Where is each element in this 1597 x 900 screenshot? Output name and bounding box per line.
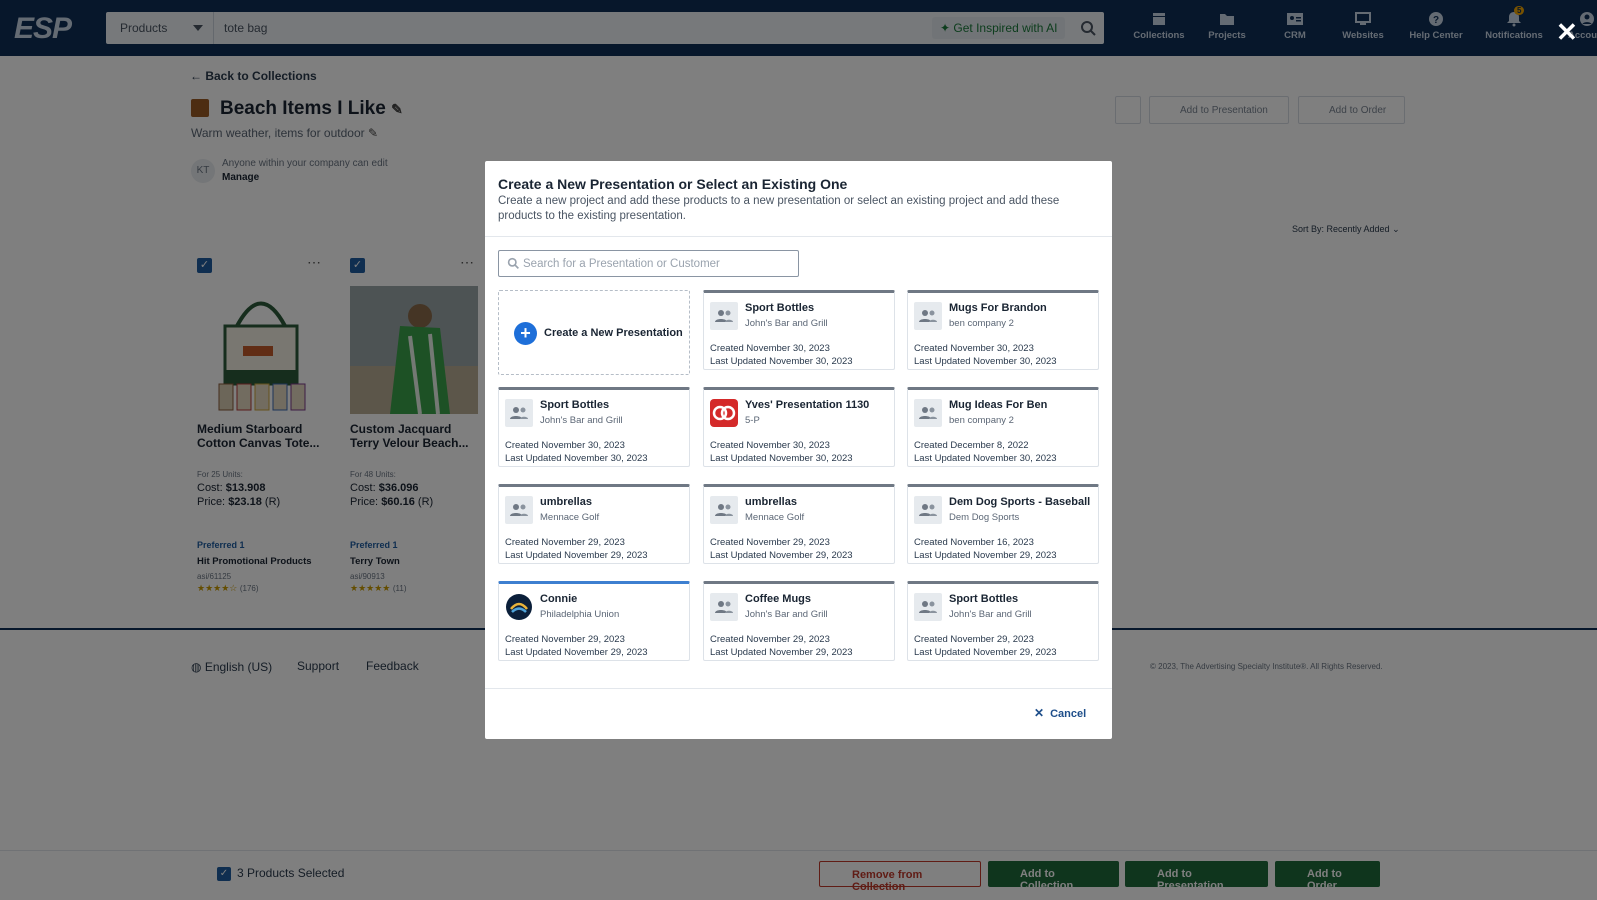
presentation-name: umbrellas [540, 496, 592, 508]
presentation-card[interactable]: Connie Philadelphia Union Created Novemb… [498, 581, 690, 661]
customer-name: 5-P [745, 415, 760, 426]
presentation-card[interactable]: Yves' Presentation 1130 5-P Created Nove… [703, 387, 895, 467]
cancel-label: Cancel [1050, 708, 1087, 720]
presentation-search[interactable] [498, 250, 799, 277]
created-date: Created November 16, 2023 [914, 537, 1034, 548]
updated-date: Last Updated November 30, 2023 [710, 453, 853, 464]
presentation-name: umbrellas [745, 496, 797, 508]
dialog-divider [485, 236, 1112, 237]
presentation-name: Sport Bottles [745, 302, 815, 314]
updated-date: Last Updated November 30, 2023 [914, 356, 1057, 367]
created-date: Created November 30, 2023 [914, 343, 1034, 354]
presentation-card[interactable]: Sport Bottles John's Bar and Grill Creat… [907, 581, 1099, 661]
updated-date: Last Updated November 29, 2023 [710, 647, 853, 658]
created-date: Created December 8, 2022 [914, 440, 1029, 451]
group-icon [710, 302, 738, 330]
presentation-card[interactable]: Sport Bottles John's Bar and Grill Creat… [498, 387, 690, 467]
create-presentation-label: Create a New Presentation [544, 327, 683, 339]
created-date: Created November 29, 2023 [914, 634, 1034, 645]
presentation-card[interactable]: Dem Dog Sports - Baseball Dem Dog Sports… [907, 484, 1099, 564]
presentation-card[interactable]: Sport Bottles John's Bar and Grill Creat… [703, 290, 895, 370]
customer-name: Dem Dog Sports [949, 512, 1020, 523]
customer-name: ben company 2 [949, 415, 1014, 426]
presentation-name: Mugs For Brandon [949, 302, 1047, 314]
created-date: Created November 30, 2023 [710, 343, 830, 354]
updated-date: Last Updated November 30, 2023 [505, 453, 648, 464]
created-date: Created November 29, 2023 [505, 537, 625, 548]
updated-date: Last Updated November 29, 2023 [914, 647, 1057, 658]
updated-date: Last Updated November 30, 2023 [710, 356, 853, 367]
close-icon[interactable]: ✕ [1556, 19, 1578, 45]
created-date: Created November 29, 2023 [505, 634, 625, 645]
customer-name: John's Bar and Grill [745, 609, 828, 620]
group-icon [710, 496, 738, 524]
presentation-name: Sport Bottles [540, 399, 610, 411]
close-icon: ✕ [1034, 706, 1045, 720]
group-icon [505, 399, 533, 427]
customer-name: Mennace Golf [540, 512, 600, 523]
customer-name: John's Bar and Grill [745, 318, 828, 329]
created-date: Created November 29, 2023 [710, 634, 830, 645]
presentation-card[interactable]: Mug Ideas For Ben ben company 2 Created … [907, 387, 1099, 467]
group-icon [914, 496, 942, 524]
presentation-name: Dem Dog Sports - Baseball [949, 496, 1091, 508]
customer-name: Mennace Golf [745, 512, 805, 523]
dialog-title: Create a New Presentation or Select an E… [498, 176, 848, 192]
presentation-name: Mug Ideas For Ben [949, 399, 1048, 411]
customer-name: John's Bar and Grill [540, 415, 623, 426]
presentation-card[interactable]: umbrellas Mennace Golf Created November … [703, 484, 895, 564]
group-icon [710, 593, 738, 621]
updated-date: Last Updated November 29, 2023 [710, 550, 853, 561]
dialog-subtitle: Create a new project and add these produ… [498, 195, 1060, 222]
presentation-name: Coffee Mugs [745, 593, 811, 605]
presentation-card[interactable]: Mugs For Brandon ben company 2 Created N… [907, 290, 1099, 370]
presentation-search-input[interactable] [523, 255, 793, 273]
plus-icon: + [514, 322, 537, 345]
presentation-name: Yves' Presentation 1130 [745, 399, 870, 411]
updated-date: Last Updated November 29, 2023 [505, 550, 648, 561]
customer-logo-icon [505, 593, 533, 621]
search-icon [507, 257, 519, 269]
updated-date: Last Updated November 29, 2023 [914, 550, 1057, 561]
updated-date: Last Updated November 30, 2023 [914, 453, 1057, 464]
dialog-footer-divider [485, 688, 1112, 689]
created-date: Created November 29, 2023 [710, 537, 830, 548]
presentation-name: Sport Bottles [949, 593, 1019, 605]
group-icon [914, 302, 942, 330]
presentation-name: Connie [540, 593, 578, 605]
created-date: Created November 30, 2023 [710, 440, 830, 451]
customer-name: ben company 2 [949, 318, 1014, 329]
group-icon [914, 593, 942, 621]
create-new-presentation-card[interactable]: + Create a New Presentation [498, 290, 690, 375]
customer-name: John's Bar and Grill [949, 609, 1032, 620]
customer-logo-icon [710, 399, 738, 427]
select-presentation-dialog: Create a New Presentation or Select an E… [485, 161, 1112, 739]
group-icon [505, 496, 533, 524]
group-icon [914, 399, 942, 427]
cancel-button[interactable]: ✕ Cancel [1034, 706, 1086, 720]
customer-name: Philadelphia Union [540, 609, 620, 620]
presentation-card[interactable]: umbrellas Mennace Golf Created November … [498, 484, 690, 564]
created-date: Created November 30, 2023 [505, 440, 625, 451]
updated-date: Last Updated November 29, 2023 [505, 647, 648, 658]
presentation-card[interactable]: Coffee Mugs John's Bar and Grill Created… [703, 581, 895, 661]
